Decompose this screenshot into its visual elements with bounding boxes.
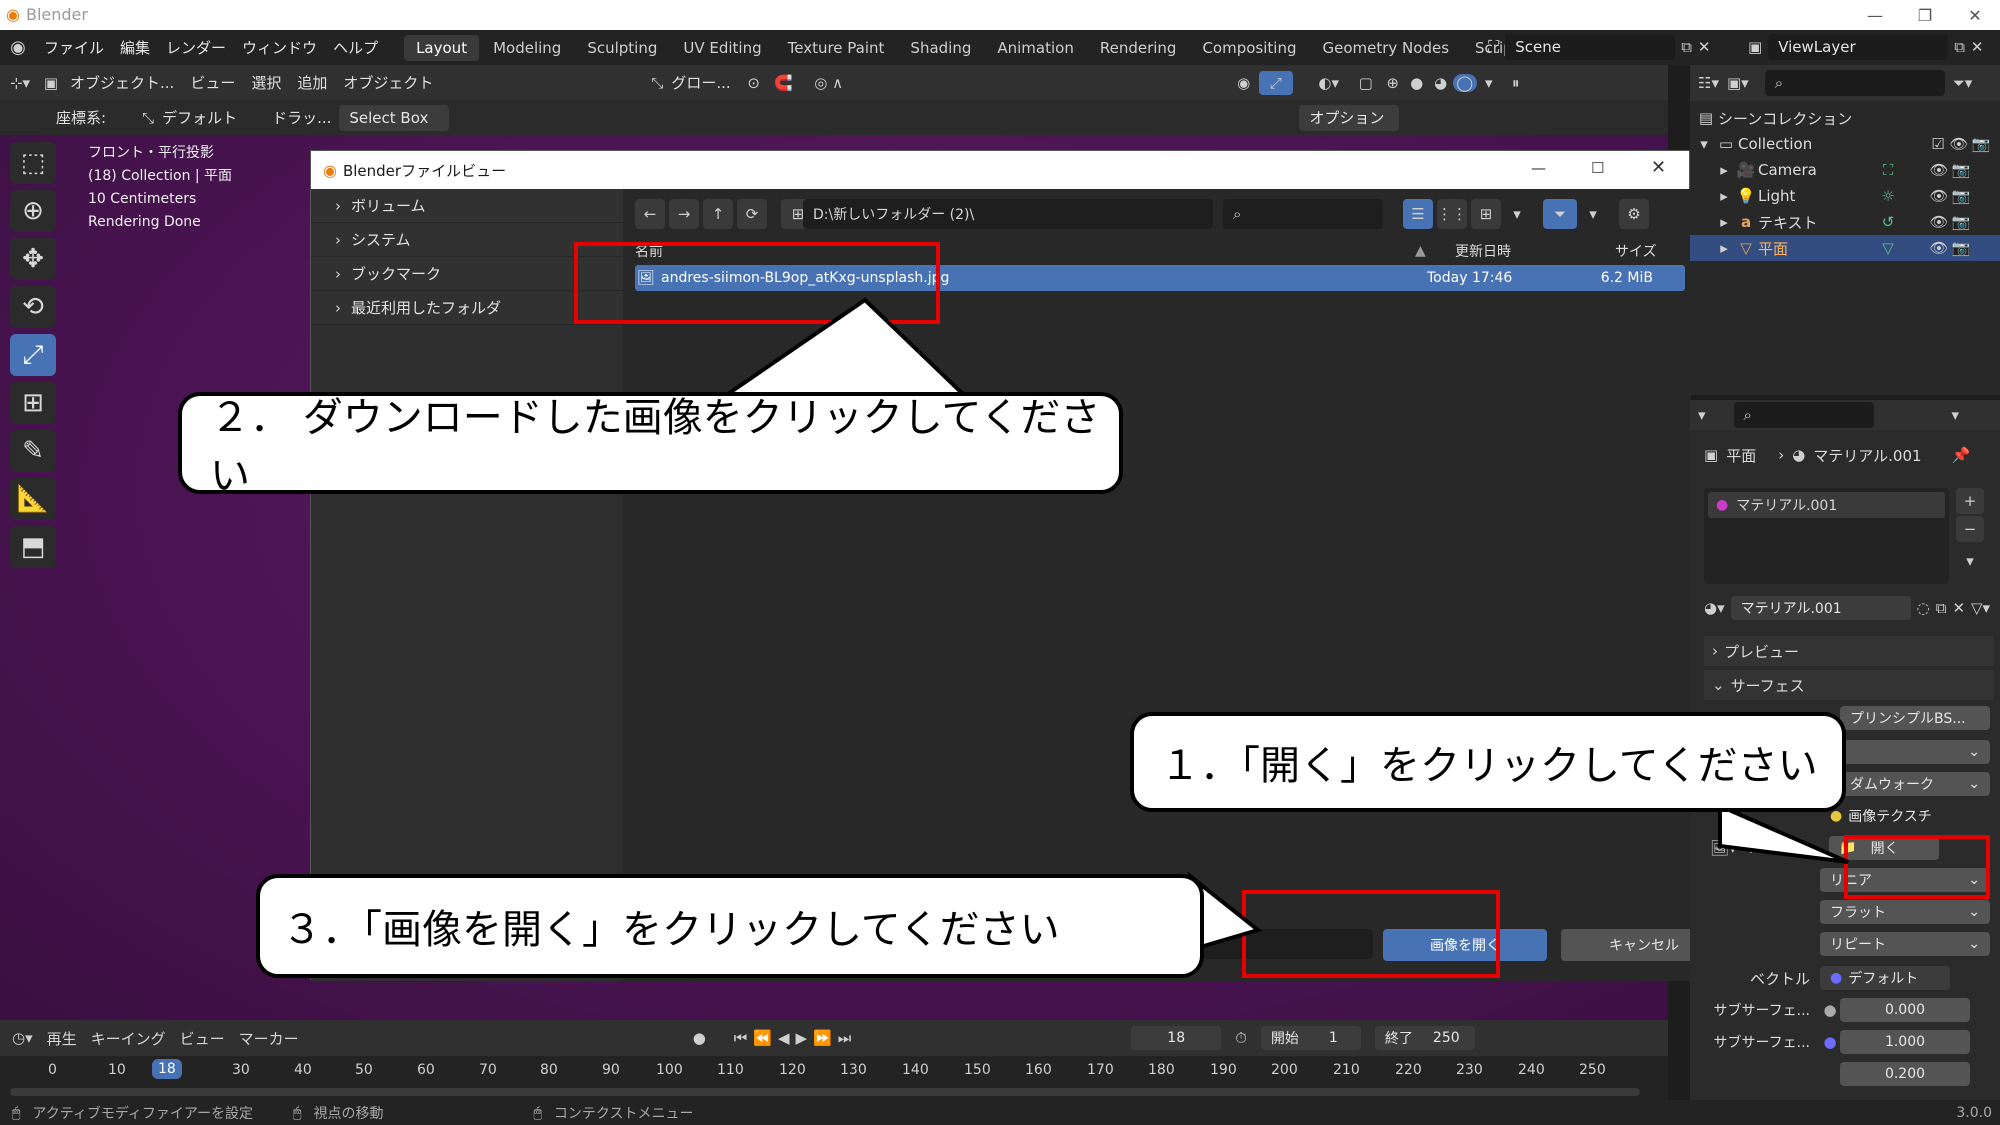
pointer-step2 (718, 297, 970, 398)
callout-step3: ３．「画像を開く」をクリックしてください (256, 874, 1204, 978)
pointer-step1 (1718, 802, 1849, 864)
callout-step2: ２． ダウンロードした画像をクリックしてください (178, 392, 1123, 499)
callout-step1: １．「開く」をクリックしてください (1130, 712, 1846, 812)
